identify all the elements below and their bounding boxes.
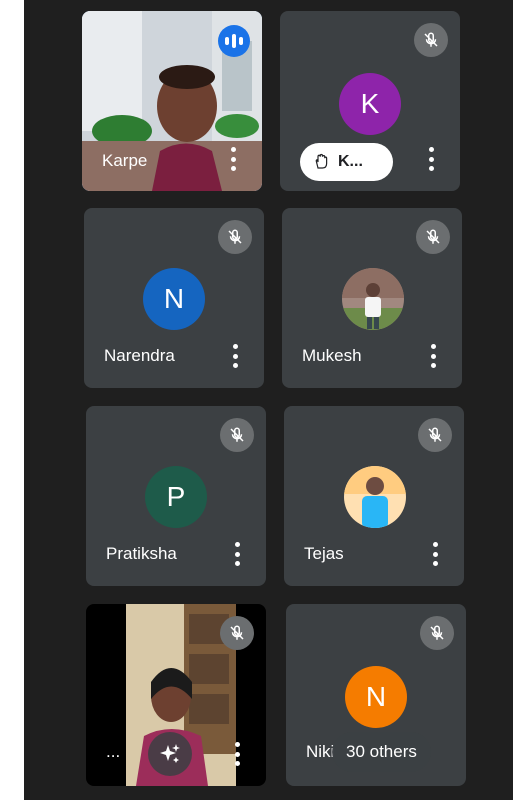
participant-tile-k[interactable]: K K...: [280, 11, 460, 191]
participant-tile-tejas[interactable]: Tejas: [284, 406, 464, 586]
participant-name: ...: [106, 742, 121, 761]
more-options-icon[interactable]: [228, 147, 238, 171]
participant-tile-pratiksha[interactable]: P Pratiksha: [86, 406, 266, 586]
raised-hand-badge: K...: [300, 143, 393, 181]
raise-hand-icon: [315, 153, 328, 169]
meeting-grid: Karpe K K... N Narendra Mukesh P Pratiks…: [24, 0, 513, 800]
more-options-icon[interactable]: [430, 542, 440, 566]
participant-name: Niki: [306, 742, 335, 761]
participant-tile-narendra[interactable]: N Narendra: [84, 208, 264, 388]
participant-name: Mukesh: [302, 346, 362, 365]
others-count-badge[interactable]: 30 others: [332, 732, 431, 772]
more-options-icon[interactable]: [426, 147, 436, 171]
avatar: K: [339, 73, 401, 135]
profile-photo: [344, 466, 406, 528]
mic-off-icon: [220, 418, 254, 452]
sparkle-icon[interactable]: [148, 732, 192, 776]
more-options-icon[interactable]: [230, 344, 240, 368]
participant-tile-mukesh[interactable]: Mukesh: [282, 208, 462, 388]
participant-name: Pratiksha: [106, 544, 177, 563]
participant-tile-karpe[interactable]: Karpe: [82, 11, 262, 191]
participant-tile-camera[interactable]: ...: [86, 604, 266, 786]
mic-off-icon: [414, 23, 448, 57]
mic-off-icon: [418, 418, 452, 452]
participant-tile-others[interactable]: N Niki 30 others: [286, 604, 466, 786]
avatar: P: [145, 466, 207, 528]
speaking-indicator-icon: [218, 25, 250, 57]
mic-off-icon: [420, 616, 454, 650]
more-options-icon[interactable]: [232, 742, 242, 766]
more-options-icon[interactable]: [428, 344, 438, 368]
avatar: N: [345, 666, 407, 728]
participant-name: Narendra: [104, 346, 175, 365]
more-options-icon[interactable]: [232, 542, 242, 566]
mic-off-icon: [416, 220, 450, 254]
profile-photo: [342, 268, 404, 330]
participant-name: Tejas: [304, 544, 344, 563]
participant-name: Karpe: [102, 151, 148, 170]
mic-off-icon: [220, 616, 254, 650]
avatar: N: [143, 268, 205, 330]
participant-name: K...: [338, 153, 363, 170]
mic-off-icon: [218, 220, 252, 254]
